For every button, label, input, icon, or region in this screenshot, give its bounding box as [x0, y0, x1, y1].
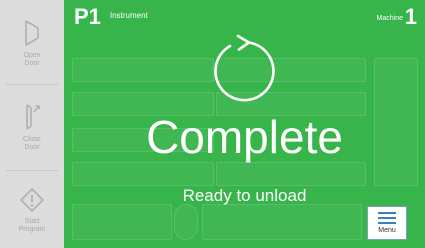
menu-label: Menu: [378, 227, 396, 234]
start-program-button[interactable]: Start Program: [0, 186, 64, 234]
open-door-label-2: Door: [24, 60, 40, 67]
open-door-button[interactable]: Open Door: [0, 18, 64, 68]
background-panel: [202, 204, 362, 240]
background-panel: [72, 58, 214, 82]
close-door-icon: [26, 104, 40, 130]
start-program-label-2: Program: [18, 226, 46, 233]
close-door-label-2: Door: [24, 144, 40, 151]
start-program-icon: [19, 187, 45, 213]
background-panel: [72, 204, 172, 240]
close-door-button[interactable]: Close Door: [0, 102, 64, 152]
menu-button[interactable]: Menu: [367, 206, 407, 240]
status-overlay: P1 Instrument Machine 1 Complete Ready t…: [64, 0, 425, 248]
sidebar: Open Door Close Door Start Program: [0, 0, 65, 248]
menu-icon: [378, 212, 396, 224]
sidebar-divider: [6, 84, 58, 85]
status-subtitle: Ready to unload: [182, 186, 307, 205]
open-door-label-1: Open: [23, 52, 41, 59]
open-door-icon: [25, 20, 39, 46]
status-title: Complete: [146, 111, 343, 163]
background-panel: [216, 162, 366, 186]
machine-label: Machine: [376, 15, 403, 22]
machine-number: 1: [404, 4, 417, 29]
background-panel: [72, 162, 214, 186]
cycle-complete-icon: [214, 34, 275, 102]
background-info-icon: [174, 204, 198, 240]
sidebar-divider: [6, 170, 58, 171]
start-program-label-1: Start: [24, 218, 40, 225]
close-door-label-1: Close: [23, 136, 41, 143]
chamber-id: P1: [74, 4, 101, 29]
chamber-label: Instrument: [110, 11, 148, 20]
